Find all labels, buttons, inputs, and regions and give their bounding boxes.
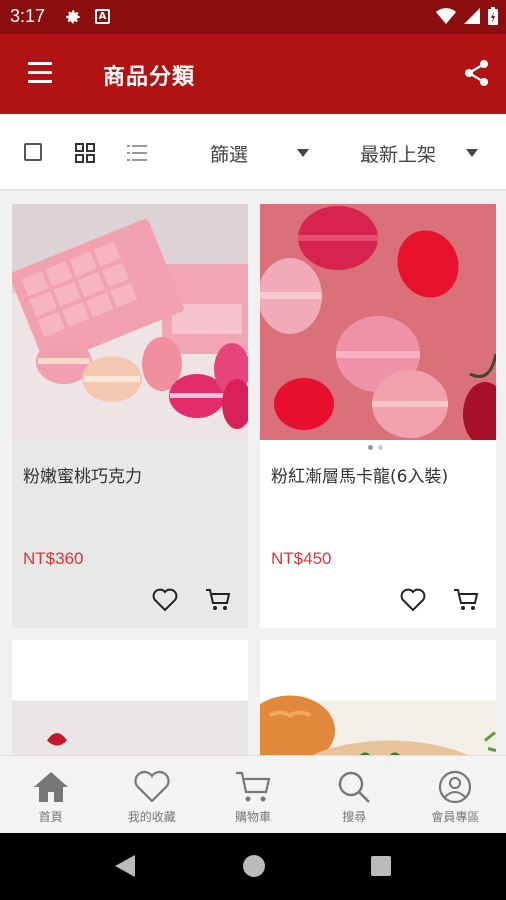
bottom-navigation: 首頁 我的收藏 購物車 搜尋 會員專區 [0,755,506,833]
product-image-macarons[interactable] [260,204,496,440]
add-to-cart-icon[interactable] [205,588,231,612]
filter-chevron-down-icon[interactable] [297,149,309,157]
cart-icon [236,771,271,802]
recent-apps-icon[interactable] [371,856,391,876]
battery-icon [488,7,498,25]
grid-view-icon[interactable] [75,143,95,163]
share-icon[interactable] [464,59,490,87]
cell-signal-icon [464,8,480,24]
product-card[interactable] [12,640,248,755]
status-time: 3:17 [10,6,46,26]
nav-search[interactable]: 搜尋 [304,756,405,833]
user-icon [439,770,472,804]
heart-icon [134,770,170,803]
add-to-cart-icon[interactable] [453,588,479,612]
status-bar: 3:17 A [0,0,506,34]
nav-label: 會員專區 [431,810,480,824]
product-card[interactable]: 粉紅漸層馬卡龍(6入裝) NT$450 [260,204,496,628]
favorite-heart-icon[interactable] [152,588,178,612]
app-bar: 商品分類 [0,34,506,114]
product-image-tofu-dish[interactable] [260,640,496,755]
search-icon [339,771,371,803]
sort-dropdown-label[interactable]: 最新上架 [360,140,436,167]
product-price: NT$360 [23,549,84,568]
nav-label: 購物車 [235,810,272,824]
product-card[interactable] [260,640,496,755]
settings-gear-icon [66,10,80,24]
product-card[interactable]: 粉嫩蜜桃巧克力 NT$360 [12,204,248,628]
product-image-gift-box[interactable] [12,640,248,755]
home-icon [33,772,68,802]
filter-dropdown-label[interactable]: 篩選 [210,140,248,167]
system-navigation-bar [0,833,506,900]
product-name[interactable]: 粉紅漸層馬卡龍(6入裝) [271,462,448,487]
favorite-heart-icon[interactable] [400,588,426,612]
nav-cart[interactable]: 購物車 [202,756,303,833]
nav-label: 我的收藏 [127,810,176,824]
nav-home[interactable]: 首頁 [0,756,101,833]
product-price: NT$450 [271,549,332,568]
page-title: 商品分類 [103,65,196,90]
select-all-checkbox[interactable] [24,143,42,161]
filter-toolbar: 篩選 最新上架 [0,114,506,190]
menu-icon[interactable] [28,62,52,84]
nav-label: 首頁 [38,810,63,824]
product-name[interactable]: 粉嫩蜜桃巧克力 [23,462,142,487]
nav-favorites[interactable]: 我的收藏 [101,756,202,833]
home-button-icon[interactable] [243,855,265,877]
accessibility-a-icon: A [95,9,110,24]
list-view-icon[interactable] [127,143,147,163]
product-image-chocolate[interactable] [12,204,248,440]
sort-chevron-down-icon[interactable] [466,149,478,157]
nav-member[interactable]: 會員專區 [405,756,506,833]
back-icon[interactable] [115,855,135,877]
wifi-icon [436,8,456,24]
nav-label: 搜尋 [342,810,367,824]
image-carousel-dots [368,445,383,450]
